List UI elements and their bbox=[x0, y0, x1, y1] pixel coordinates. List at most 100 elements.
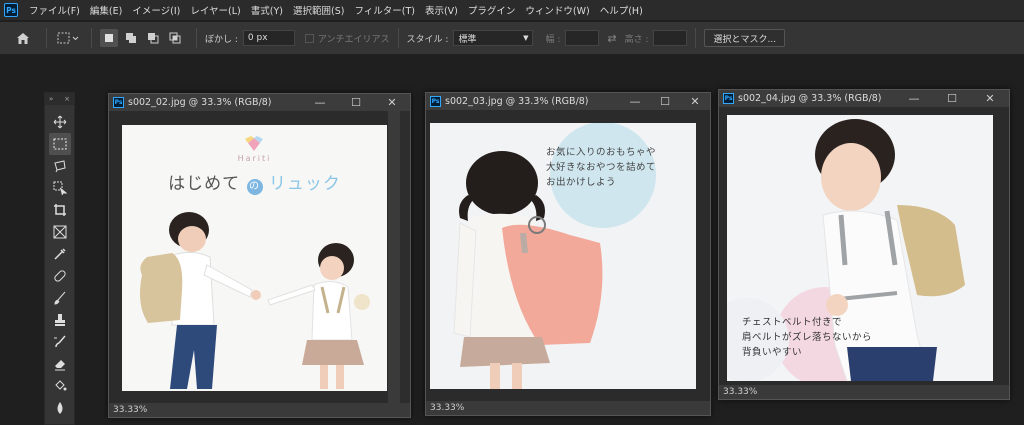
menu-plugins[interactable]: プラグイン bbox=[463, 3, 521, 17]
divider bbox=[397, 28, 399, 48]
document-title: s002_03.jpg @ 33.3% (RGB/8) bbox=[445, 96, 589, 107]
ad-copy: お気に入りのおもちゃや 大好きなおやつを詰めて お出かけしよう bbox=[546, 145, 656, 190]
document-window[interactable]: Ps s002_02.jpg @ 33.3% (RGB/8) — ☐ ✕ Har… bbox=[108, 93, 411, 418]
paint-bucket-icon[interactable] bbox=[49, 375, 71, 397]
eyedropper-icon[interactable] bbox=[49, 243, 71, 265]
ad-copy-line: お気に入りのおもちゃや bbox=[546, 147, 657, 158]
zoom-level[interactable]: 33.33% bbox=[723, 387, 757, 397]
home-icon[interactable] bbox=[8, 32, 38, 45]
document-window[interactable]: Ps s002_04.jpg @ 33.3% (RGB/8) — ☐ ✕ チェス… bbox=[718, 89, 1010, 400]
menu-file[interactable]: ファイル(F) bbox=[24, 3, 85, 17]
ad-copy-line: 背負いやすい bbox=[742, 347, 803, 358]
menu-filter[interactable]: フィルター(T) bbox=[349, 3, 420, 17]
height-label: 高さ : bbox=[624, 34, 649, 45]
photo-canvas[interactable]: お気に入りのおもちゃや 大好きなおやつを詰めて お出かけしよう bbox=[430, 123, 696, 389]
frame-tool-icon[interactable] bbox=[49, 221, 71, 243]
menu-edit[interactable]: 編集(E) bbox=[85, 3, 127, 17]
close-icon[interactable]: ✕ bbox=[374, 96, 410, 109]
status-bar: 33.33% bbox=[719, 385, 1009, 399]
height-input[interactable] bbox=[653, 30, 688, 46]
photoshop-doc-icon: Ps bbox=[723, 93, 734, 104]
subtract-selection-icon[interactable] bbox=[144, 29, 162, 47]
crop-tool-icon[interactable] bbox=[49, 199, 71, 221]
photo-canvas[interactable]: チェストベルト付きで 肩ベルトがズレ落ちないから 背負いやすい bbox=[727, 115, 993, 381]
select-and-mask-button[interactable]: 選択とマスク... bbox=[704, 29, 786, 47]
object-selection-icon[interactable] bbox=[49, 177, 71, 199]
photoshop-doc-icon: Ps bbox=[113, 97, 124, 108]
close-panel-icon[interactable]: × bbox=[64, 95, 70, 103]
document-window[interactable]: Ps s002_03.jpg @ 33.3% (RGB/8) — ☐ ✕ お気に… bbox=[425, 92, 711, 416]
menu-view[interactable]: 表示(V) bbox=[420, 3, 463, 17]
healing-brush-icon[interactable] bbox=[49, 265, 71, 287]
canvas-area: チェストベルト付きで 肩ベルトがズレ落ちないから 背負いやすい bbox=[719, 107, 1009, 385]
options-bar: ぼかし : 0 px アンチエイリアス スタイル : 標準 ▼ 幅 : ⇄ 高さ… bbox=[0, 22, 1024, 54]
menu-help[interactable]: ヘルプ(H) bbox=[595, 3, 648, 17]
rectangular-marquee-icon[interactable] bbox=[48, 133, 71, 155]
antialias-label: アンチエイリアス bbox=[317, 34, 390, 45]
menu-select[interactable]: 選択範囲(S) bbox=[288, 3, 349, 17]
collapse-panel-icon[interactable]: » bbox=[49, 95, 53, 103]
maximize-icon[interactable]: ☐ bbox=[933, 92, 971, 105]
photo-illustration bbox=[140, 136, 370, 389]
zoom-level[interactable]: 33.33% bbox=[430, 403, 464, 413]
divider bbox=[91, 28, 92, 48]
minimize-icon[interactable]: — bbox=[895, 92, 933, 105]
blur-tool-icon[interactable] bbox=[49, 397, 71, 419]
width-label: 幅 : bbox=[545, 34, 561, 45]
ad-copy-line: 肩ベルトがズレ落ちないから bbox=[742, 332, 873, 343]
minimize-icon[interactable]: — bbox=[620, 95, 650, 108]
status-bar: 33.33% bbox=[109, 403, 410, 417]
ad-copy-line: お出かけしよう bbox=[546, 177, 617, 188]
swap-dimensions-icon[interactable]: ⇄ bbox=[607, 32, 616, 45]
menu-type[interactable]: 書式(Y) bbox=[246, 3, 288, 17]
menu-window[interactable]: ウィンドウ(W) bbox=[520, 3, 594, 17]
headline-no-badge: の bbox=[246, 179, 263, 195]
document-title-bar[interactable]: Ps s002_03.jpg @ 33.3% (RGB/8) — ☐ ✕ bbox=[426, 93, 710, 110]
add-selection-icon[interactable] bbox=[122, 29, 140, 47]
document-title: s002_04.jpg @ 33.3% (RGB/8) bbox=[738, 93, 882, 104]
document-title-bar[interactable]: Ps s002_04.jpg @ 33.3% (RGB/8) — ☐ ✕ bbox=[719, 90, 1009, 107]
tools-panel-header: » × bbox=[45, 93, 74, 105]
maximize-icon[interactable]: ☐ bbox=[338, 96, 374, 109]
menu-image[interactable]: イメージ(I) bbox=[127, 3, 185, 17]
style-label: スタイル : bbox=[406, 34, 449, 45]
lasso-tool-icon[interactable] bbox=[49, 155, 71, 177]
brand-logo-text: Hariti bbox=[237, 154, 272, 163]
chevron-down-icon: ▼ bbox=[523, 34, 529, 42]
headline: はじめて の リュック bbox=[122, 169, 387, 195]
photoshop-logo-icon: Ps bbox=[4, 3, 18, 17]
eraser-icon[interactable] bbox=[49, 353, 71, 375]
headline-tail: リュック bbox=[268, 174, 341, 194]
feather-input[interactable]: 0 px bbox=[242, 30, 295, 46]
history-brush-icon[interactable] bbox=[49, 331, 71, 353]
style-select[interactable]: 標準 ▼ bbox=[453, 30, 534, 46]
menu-layer[interactable]: レイヤー(L) bbox=[185, 3, 245, 17]
ad-copy-line: 大好きなおやつを詰めて bbox=[546, 162, 657, 173]
divider bbox=[196, 28, 197, 48]
close-icon[interactable]: ✕ bbox=[680, 95, 710, 108]
intersect-selection-icon[interactable] bbox=[166, 29, 184, 47]
antialias-checkbox[interactable] bbox=[304, 33, 314, 43]
move-tool-icon[interactable] bbox=[49, 111, 71, 133]
clone-stamp-icon[interactable] bbox=[49, 309, 71, 331]
document-title-bar[interactable]: Ps s002_02.jpg @ 33.3% (RGB/8) — ☐ ✕ bbox=[109, 94, 410, 111]
minimize-icon[interactable]: — bbox=[302, 96, 338, 109]
photo-canvas[interactable]: Hariti はじめて の リュック bbox=[122, 125, 387, 391]
divider bbox=[695, 28, 697, 48]
zoom-level[interactable]: 33.33% bbox=[113, 405, 147, 415]
vertical-scrollbar[interactable] bbox=[388, 111, 400, 405]
divider bbox=[46, 28, 47, 48]
close-icon[interactable]: ✕ bbox=[971, 92, 1009, 105]
document-title: s002_02.jpg @ 33.3% (RGB/8) bbox=[128, 97, 272, 108]
tools-panel: » × bbox=[44, 92, 75, 425]
maximize-icon[interactable]: ☐ bbox=[650, 95, 680, 108]
feather-label: ぼかし : bbox=[205, 34, 238, 45]
width-input[interactable] bbox=[565, 30, 600, 46]
status-bar: 33.33% bbox=[426, 401, 710, 415]
headline-lead: はじめて bbox=[168, 174, 241, 194]
menu-bar: Ps ファイル(F) 編集(E) イメージ(I) レイヤー(L) 書式(Y) 選… bbox=[0, 0, 1024, 20]
brush-tool-icon[interactable] bbox=[49, 287, 71, 309]
ad-copy: チェストベルト付きで 肩ベルトがズレ落ちないから 背負いやすい bbox=[742, 315, 872, 360]
marquee-preset-icon[interactable] bbox=[55, 32, 83, 44]
new-selection-icon[interactable] bbox=[100, 29, 118, 47]
